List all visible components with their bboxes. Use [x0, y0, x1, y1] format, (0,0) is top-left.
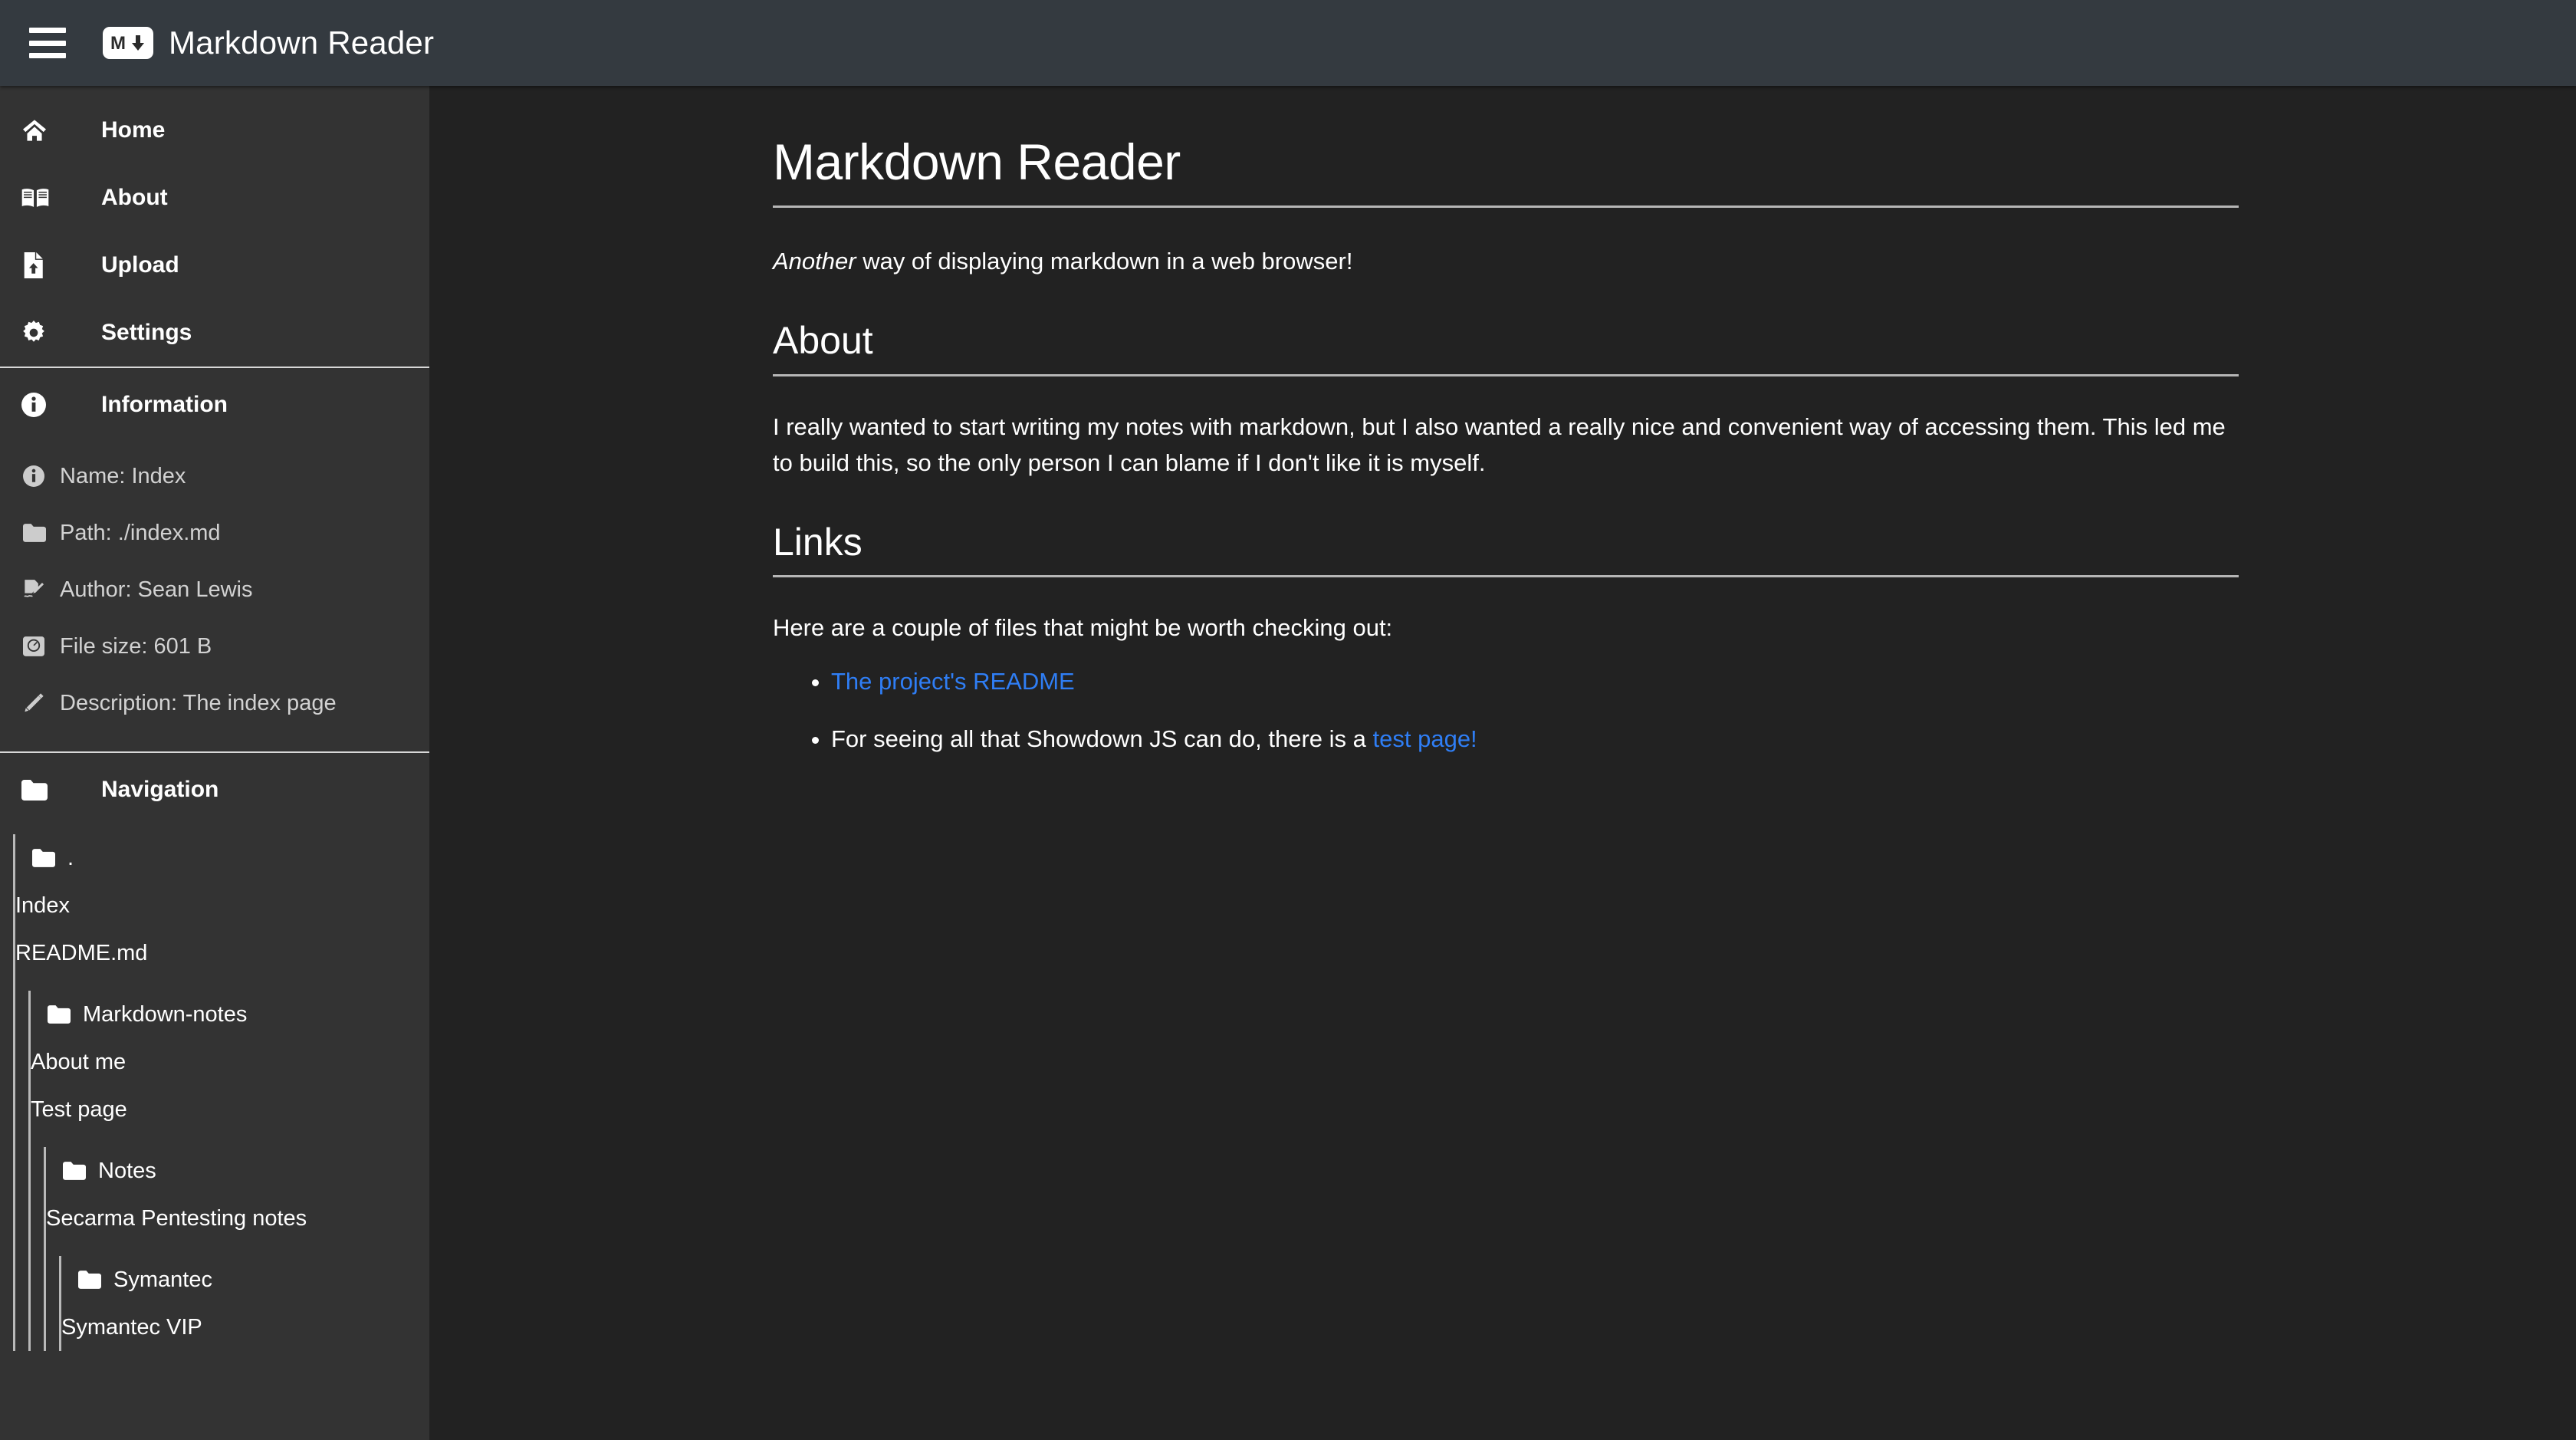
- file-tree: . Index README.md Markdown-notes About m…: [0, 827, 429, 1351]
- document-tagline: Another way of displaying markdown in a …: [773, 243, 2239, 279]
- tagline-rest: way of displaying markdown in a web brow…: [856, 247, 1353, 275]
- folder-icon: [21, 779, 57, 801]
- sidebar: Home About Upload Settings Information N…: [0, 86, 429, 1440]
- app-title: Markdown Reader: [169, 25, 435, 61]
- info-row-text: Path: ./index.md: [60, 520, 221, 545]
- tree-folder-label: .: [67, 845, 74, 870]
- list-item: The project's README: [831, 664, 2239, 700]
- tree-folder-label: Markdown-notes: [83, 1001, 248, 1027]
- tree-group-root: . Index README.md Markdown-notes About m…: [13, 834, 429, 1351]
- sidebar-item-label: About: [101, 185, 168, 210]
- main-content: Markdown Reader Another way of displayin…: [429, 86, 2576, 1440]
- sidebar-item-label: Settings: [101, 320, 192, 345]
- folder-icon: [32, 849, 55, 867]
- tree-folder-symantec[interactable]: Symantec: [61, 1256, 429, 1304]
- hamburger-bar: [29, 53, 66, 58]
- sidebar-item-upload[interactable]: Upload: [0, 232, 429, 299]
- folder-icon: [48, 1005, 71, 1024]
- markdown-document: Markdown Reader Another way of displayin…: [773, 133, 2239, 757]
- tree-file-index[interactable]: Index: [15, 882, 429, 929]
- folder-icon: [78, 1271, 101, 1289]
- tree-folder-label: Notes: [98, 1158, 156, 1183]
- link-test-page[interactable]: test page!: [1373, 725, 1477, 752]
- file-signature-icon: [23, 579, 49, 600]
- tree-file-readme[interactable]: README.md: [15, 929, 429, 977]
- app-header: M Markdown Reader: [0, 0, 2576, 86]
- links-heading: Links: [773, 521, 2239, 578]
- information-section-header: Information: [0, 368, 429, 442]
- sidebar-item-about[interactable]: About: [0, 164, 429, 232]
- info-row-text: File size: 601 B: [60, 633, 212, 659]
- tree-folder-root[interactable]: .: [15, 834, 429, 882]
- sidebar-item-label: Home: [101, 117, 166, 143]
- markdown-logo-icon: M: [103, 27, 153, 59]
- tree-group-symantec: Symantec Symantec VIP: [59, 1256, 429, 1351]
- info-row-name: Name: Index: [0, 448, 429, 505]
- information-heading: Information: [101, 392, 228, 417]
- link-project-readme[interactable]: The project's README: [831, 668, 1075, 695]
- gear-icon: [21, 321, 57, 345]
- info-circle-icon: [23, 465, 49, 487]
- info-row-path: Path: ./index.md: [0, 505, 429, 561]
- list-item: For seeing all that Showdown JS can do, …: [831, 722, 2239, 758]
- tree-file-symantec-vip[interactable]: Symantec VIP: [61, 1304, 429, 1351]
- tree-group-notes: Notes Secarma Pentesting notes Symantec: [44, 1147, 429, 1351]
- links-intro: Here are a couple of files that might be…: [773, 614, 1393, 642]
- links-list: The project's README For seeing all that…: [773, 664, 2239, 757]
- info-row-description: Description: The index page: [0, 675, 429, 732]
- about-paragraph: I really wanted to start writing my note…: [773, 413, 2226, 476]
- sidebar-item-settings[interactable]: Settings: [0, 299, 429, 367]
- home-icon: [21, 119, 57, 142]
- info-row-author: Author: Sean Lewis: [0, 561, 429, 618]
- info-row-text: Name: Index: [60, 463, 186, 488]
- tagline-emphasis: Another: [773, 247, 856, 275]
- hamburger-bar: [29, 40, 66, 46]
- information-list: Name: Index Path: ./index.md Author: Sea…: [0, 442, 429, 751]
- info-circle-icon: [21, 393, 57, 417]
- tree-folder-label: Symantec: [113, 1267, 212, 1292]
- document-title: Markdown Reader: [773, 133, 2239, 208]
- tree-folder-markdown-notes[interactable]: Markdown-notes: [31, 991, 429, 1038]
- folder-icon: [23, 524, 49, 542]
- link-item-prefix: For seeing all that Showdown JS can do, …: [831, 725, 1373, 752]
- info-row-filesize: File size: 601 B: [0, 618, 429, 675]
- sidebar-item-home[interactable]: Home: [0, 97, 429, 164]
- hamburger-menu-icon[interactable]: [29, 28, 66, 58]
- hamburger-bar: [29, 28, 66, 33]
- tree-file-secarma-pentesting-notes[interactable]: Secarma Pentesting notes: [46, 1195, 429, 1242]
- folder-icon: [63, 1162, 86, 1180]
- file-upload-icon: [21, 252, 57, 278]
- pen-icon: [23, 692, 49, 714]
- tree-file-about-me[interactable]: About me: [31, 1038, 429, 1086]
- about-heading: About: [773, 319, 2239, 376]
- weight-scale-icon: [23, 636, 49, 657]
- svg-text:M: M: [110, 33, 126, 54]
- tree-folder-notes[interactable]: Notes: [46, 1147, 429, 1195]
- navigation-section-header: Navigation: [0, 753, 429, 827]
- info-row-text: Description: The index page: [60, 690, 337, 715]
- tree-file-test-page[interactable]: Test page: [31, 1086, 429, 1133]
- book-open-icon: [21, 187, 57, 209]
- navigation-heading: Navigation: [101, 777, 219, 802]
- tree-group-markdown-notes: Markdown-notes About me Test page Notes: [28, 991, 429, 1351]
- sidebar-nav-list: Home About Upload Settings: [0, 86, 429, 367]
- brand-link[interactable]: M Markdown Reader: [103, 27, 434, 59]
- info-row-text: Author: Sean Lewis: [60, 577, 253, 602]
- sidebar-item-label: Upload: [101, 252, 179, 278]
